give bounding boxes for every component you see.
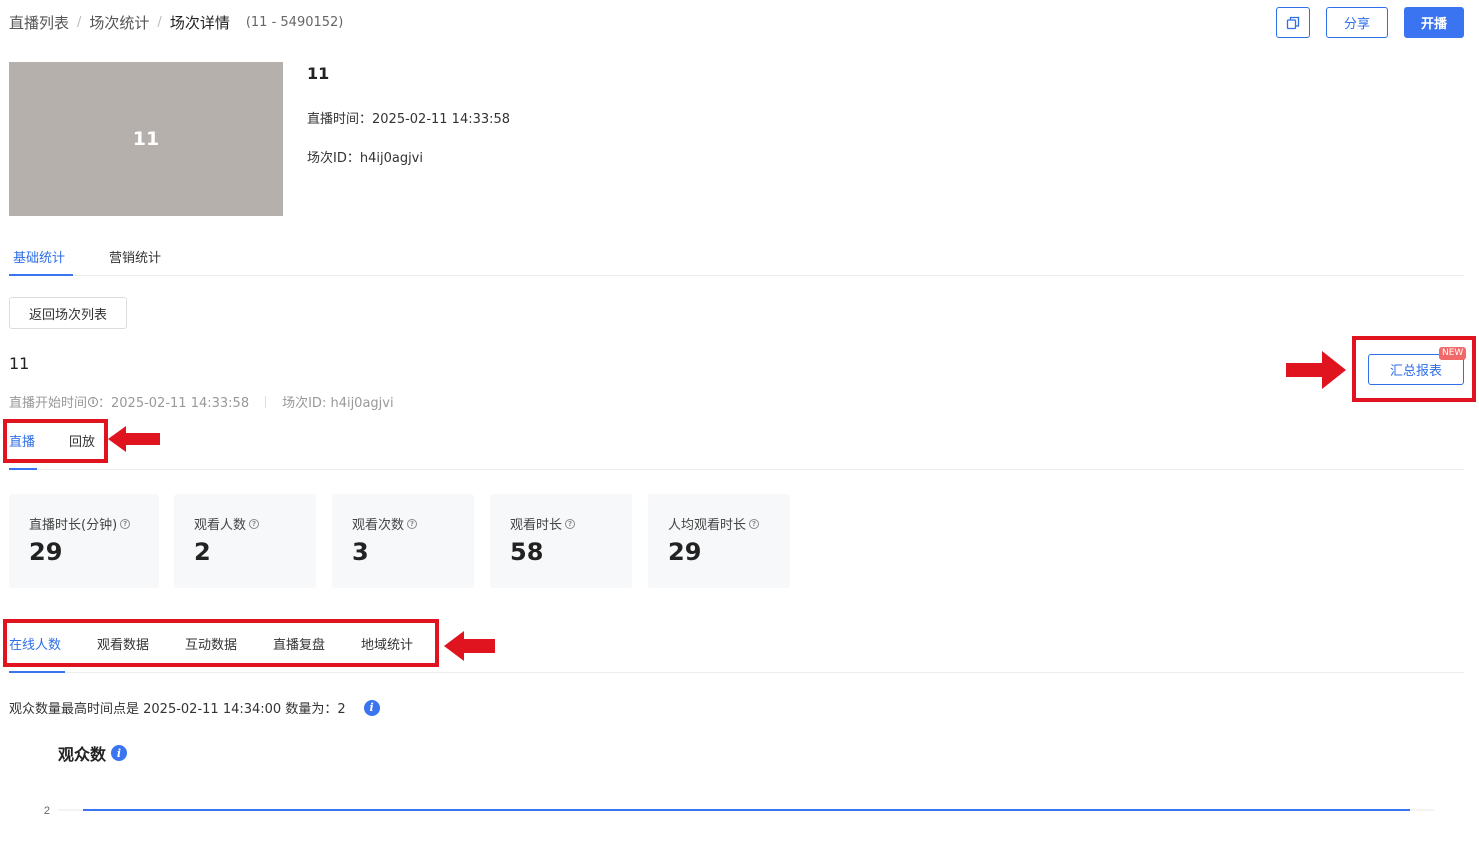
event-title: 11	[307, 64, 330, 83]
help-icon[interactable]: ?	[565, 518, 576, 529]
breadcrumb-separator: /	[77, 15, 82, 30]
arrow-right-icon	[1286, 351, 1346, 389]
stat-card-live-duration: 直播时长(分钟)? 29	[9, 494, 159, 588]
stat-label: 观看次数	[352, 518, 405, 533]
info-circle-icon[interactable]: i	[88, 396, 99, 407]
stat-card-viewers: 观看人数? 2	[174, 494, 316, 588]
tab-marketing-stats[interactable]: 营销统计	[109, 238, 161, 274]
main-tabs: 基础统计 营销统计	[9, 238, 1464, 276]
chart-title: 观众数	[58, 745, 107, 764]
stat-label: 人均观看时长	[668, 518, 747, 533]
breadcrumb-session-stats[interactable]: 场次统计	[89, 12, 149, 33]
y-tick-label: 2	[44, 805, 50, 817]
stat-value: 58	[510, 538, 544, 566]
stat-value: 3	[352, 538, 369, 566]
share-button[interactable]: 分享	[1326, 7, 1388, 38]
peak-audience-info: 观众数量最高时间点是 2025-02-11 14:34:00 数量为：2 i	[9, 698, 380, 717]
breadcrumb-id: (11 - 5490152)	[245, 15, 344, 30]
session-name: 11	[9, 354, 30, 373]
stat-label-row: 观看次数?	[352, 514, 418, 533]
breadcrumb: 直播列表 / 场次统计 / 场次详情 (11 - 5490152)	[9, 12, 343, 33]
stat-label: 观看人数	[194, 518, 247, 533]
live-time: 直播时间：2025-02-11 14:33:58	[307, 112, 511, 127]
help-icon[interactable]: ?	[749, 518, 760, 529]
stat-label-row: 直播时长(分钟)?	[29, 514, 131, 533]
session-id-text: 场次ID: h4ij0agjvi	[282, 396, 394, 411]
help-icon[interactable]: ?	[249, 518, 260, 529]
arrow-left-icon	[108, 426, 160, 452]
start-live-button[interactable]: 开播	[1404, 7, 1464, 38]
info-icon[interactable]: i	[111, 745, 128, 761]
tab-active-indicator	[9, 671, 65, 673]
copy-icon	[1286, 16, 1300, 29]
audience-chart: 2	[44, 805, 1434, 817]
back-to-session-list-button[interactable]: 返回场次列表	[9, 297, 127, 329]
highlight-box-live-tabs	[3, 419, 108, 463]
live-replay-tabs: 直播 回放	[9, 426, 1464, 470]
event-session-id: 场次ID：h4ij0agjvi	[307, 151, 423, 166]
stat-value: 2	[194, 538, 211, 566]
session-meta: 直播开始时间 i ：2025-02-11 14:33:58 场次ID: h4ij…	[9, 392, 394, 411]
arrow-left-icon	[444, 631, 495, 661]
stat-label-row: 观看人数?	[194, 514, 260, 533]
highlight-box-report	[1352, 336, 1476, 402]
stat-label: 直播时长(分钟)	[29, 518, 118, 533]
divider	[265, 395, 267, 408]
tab-active-indicator	[9, 468, 37, 470]
start-time-value: ：2025-02-11 14:33:58	[98, 396, 250, 411]
stat-label-row: 观看时长?	[510, 514, 576, 533]
help-icon[interactable]: ?	[120, 518, 131, 529]
stat-value: 29	[668, 538, 702, 566]
stat-card-views: 观看次数? 3	[332, 494, 474, 588]
help-icon[interactable]: ?	[407, 518, 418, 529]
chart-title-row: 观众数 i	[58, 741, 128, 765]
breadcrumb-live-list[interactable]: 直播列表	[9, 12, 69, 33]
tab-basic-stats[interactable]: 基础统计	[13, 238, 65, 274]
stat-value: 29	[29, 538, 63, 566]
peak-text: 观众数量最高时间点是 2025-02-11 14:34:00 数量为：2	[9, 702, 346, 717]
stat-card-watch-duration: 观看时长? 58	[490, 494, 632, 588]
stat-label-row: 人均观看时长?	[668, 514, 760, 533]
highlight-box-data-tabs	[3, 619, 439, 667]
info-icon[interactable]: i	[363, 699, 380, 716]
start-time-label: 直播开始时间	[9, 396, 88, 411]
tab-active-indicator	[9, 274, 73, 276]
breadcrumb-separator: /	[157, 15, 162, 30]
cover-image: 11	[9, 62, 283, 216]
stat-card-avg-watch-duration: 人均观看时长? 29	[648, 494, 790, 588]
breadcrumb-session-detail: 场次详情	[169, 14, 230, 32]
stat-label: 观看时长	[510, 518, 563, 533]
copy-button[interactable]	[1276, 7, 1310, 38]
